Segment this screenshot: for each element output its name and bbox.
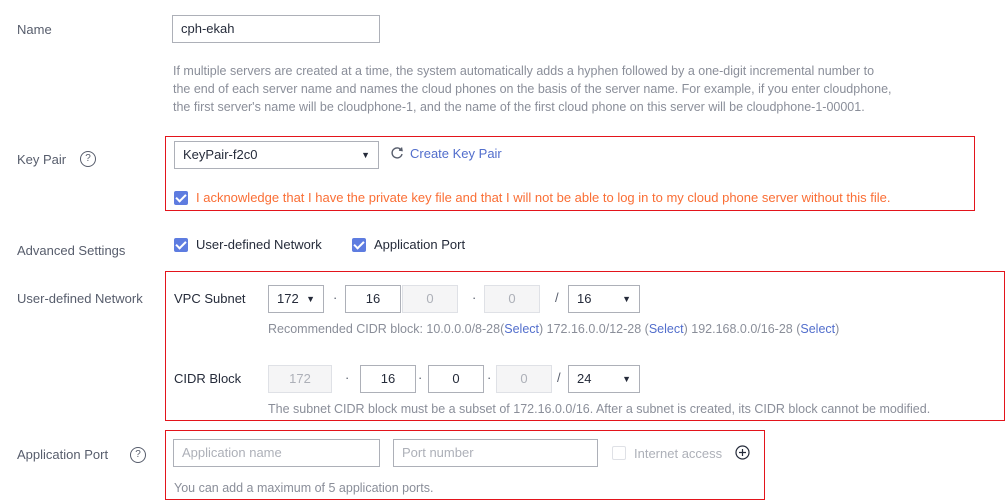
vpc-mask-value: 16 <box>577 291 592 306</box>
recommended-cidr-hint: Recommended CIDR block: 10.0.0.0/8-28(Se… <box>268 320 839 338</box>
chevron-down-icon: ▼ <box>622 294 631 304</box>
name-hint: If multiple servers are created at a tim… <box>173 62 993 116</box>
octet-separator: · <box>418 370 423 385</box>
application-port-option-label: Application Port <box>374 237 466 252</box>
refresh-icon[interactable] <box>390 146 404 160</box>
paren: ) <box>683 322 688 336</box>
cidr-hint: The subnet CIDR block must be a subset o… <box>268 402 931 416</box>
octet-separator: · <box>487 370 492 385</box>
name-hint-line: the first server's name will be cloudpho… <box>173 100 865 114</box>
mask-separator: / <box>557 370 561 385</box>
acknowledge-checkbox[interactable] <box>174 191 188 205</box>
name-hint-line: If multiple servers are created at a tim… <box>173 64 875 78</box>
cidr-octet-1-input: 172 <box>268 365 332 393</box>
application-port-hint: You can add a maximum of 5 application p… <box>174 481 434 495</box>
internet-access-checkbox <box>612 446 626 460</box>
recommended-block: 192.168.0.0/16-28 <box>691 322 793 336</box>
cidr-block-label: CIDR Block <box>174 371 242 386</box>
vpc-mask-select[interactable]: 16 ▼ <box>568 285 640 313</box>
key-pair-help-icon[interactable]: ? <box>80 151 96 167</box>
vpc-octet-1-value: 172 <box>277 291 299 306</box>
vpc-octet-3-input: 0 <box>402 285 458 313</box>
plus-circle-icon[interactable] <box>735 445 750 460</box>
mask-separator: / <box>555 290 559 305</box>
port-number-input[interactable]: Port number <box>393 439 598 467</box>
vpc-octet-2-input[interactable]: 16 <box>345 285 401 313</box>
vpc-octet-4-input: 0 <box>484 285 540 313</box>
vpc-subnet-label: VPC Subnet <box>174 291 246 306</box>
select-172-link[interactable]: Select <box>649 322 684 336</box>
application-port-checkbox[interactable] <box>352 238 366 252</box>
key-pair-label: Key Pair <box>17 152 67 167</box>
key-pair-select-value: KeyPair-f2c0 <box>183 147 258 162</box>
acknowledge-text: I acknowledge that I have the private ke… <box>196 190 891 205</box>
application-name-input[interactable]: Application name <box>173 439 380 467</box>
internet-access-label: Internet access <box>634 446 723 461</box>
octet-separator: · <box>472 290 477 305</box>
cidr-mask-select[interactable]: 24 ▼ <box>568 365 640 393</box>
chevron-down-icon: ▼ <box>622 374 631 384</box>
user-defined-network-label: User-defined Network <box>17 291 143 306</box>
octet-separator: · <box>345 370 350 385</box>
advanced-settings-label: Advanced Settings <box>17 243 126 258</box>
select-10-link[interactable]: Select <box>504 322 539 336</box>
name-hint-line: the end of each server name and names th… <box>173 82 892 96</box>
application-port-label: Application Port <box>17 447 109 462</box>
octet-separator: · <box>333 290 338 305</box>
create-key-pair-link[interactable]: Create Key Pair <box>410 146 502 161</box>
user-defined-network-checkbox[interactable] <box>174 238 188 252</box>
cidr-octet-4-input: 0 <box>496 365 552 393</box>
select-192-link[interactable]: Select <box>800 322 835 336</box>
paren: ) <box>835 322 840 336</box>
vpc-octet-1-select[interactable]: 172 ▼ <box>268 285 324 313</box>
user-defined-network-option-label: User-defined Network <box>196 237 322 252</box>
name-input[interactable]: cph-ekah <box>172 15 380 43</box>
cidr-octet-2-input[interactable]: 16 <box>360 365 416 393</box>
paren: ) <box>539 322 544 336</box>
recommended-block: 10.0.0.0/8-28 <box>426 322 501 336</box>
name-label: Name <box>17 22 52 37</box>
chevron-down-icon: ▼ <box>306 294 315 304</box>
cidr-mask-value: 24 <box>577 371 592 386</box>
application-port-help-icon[interactable]: ? <box>130 447 146 463</box>
cidr-octet-3-input[interactable]: 0 <box>428 365 484 393</box>
chevron-down-icon: ▼ <box>361 150 370 160</box>
recommended-block: 172.16.0.0/12-28 <box>546 322 642 336</box>
key-pair-select[interactable]: KeyPair-f2c0 ▼ <box>174 141 379 169</box>
recommended-label: Recommended CIDR block: <box>268 322 423 336</box>
